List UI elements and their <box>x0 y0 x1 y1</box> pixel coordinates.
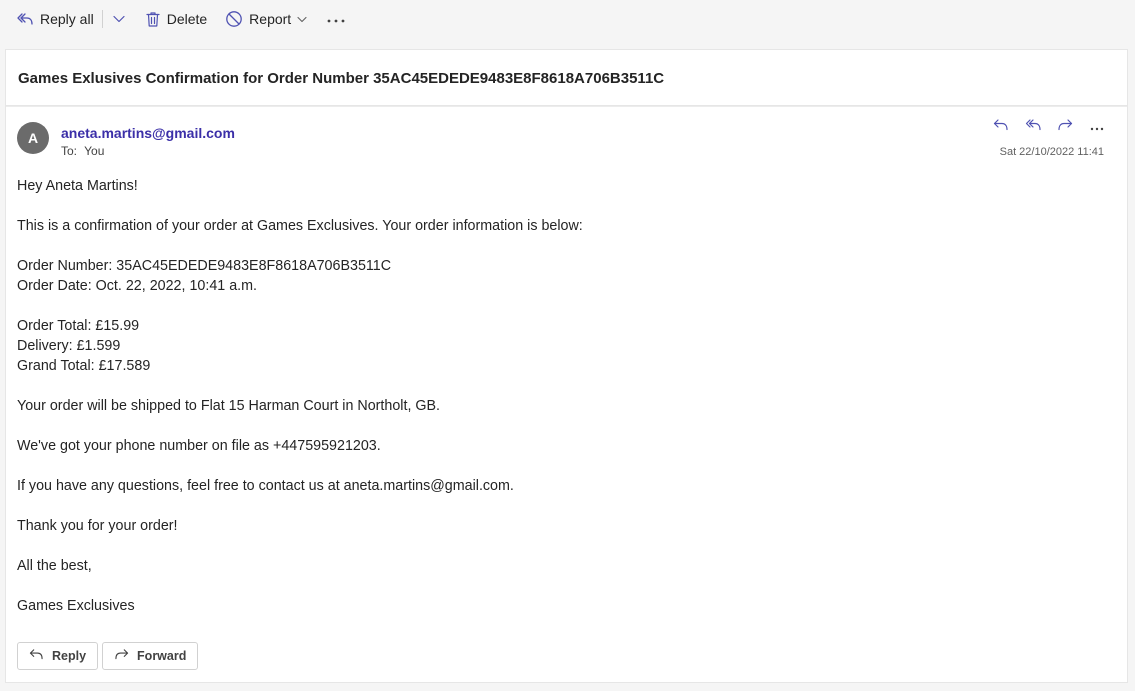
more-icon <box>327 10 345 28</box>
body-signoff: All the best, <box>17 558 92 574</box>
reply-all-button[interactable]: Reply all <box>10 4 100 34</box>
reply-all-icon <box>1025 118 1042 137</box>
block-icon <box>225 10 243 28</box>
forward-icon <box>114 648 129 664</box>
body-order-number: Order Number: 35AC45EDEDE9483E8F8618A706… <box>17 258 392 274</box>
email-subject: Games Exlusives Confirmation for Order N… <box>18 70 665 87</box>
delete-button[interactable]: Delete <box>139 4 213 34</box>
avatar[interactable]: A <box>17 122 49 154</box>
more-actions-button[interactable] <box>1081 116 1113 138</box>
sender-address[interactable]: aneta.martins@gmail.com <box>61 125 235 141</box>
message-actions <box>985 116 1113 138</box>
chevron-down-icon <box>297 16 307 23</box>
delete-label: Delete <box>166 11 208 27</box>
subject-header: Games Exlusives Confirmation for Order N… <box>5 49 1128 105</box>
body-phone: We've got your phone number on file as +… <box>17 438 381 454</box>
footer-actions: Reply Forward <box>17 642 199 670</box>
body-intro: This is a confirmation of your order at … <box>17 218 583 234</box>
email-body: Hey Aneta Martins! This is a confirmatio… <box>17 176 1107 616</box>
body-greeting: Hey Aneta Martins! <box>17 178 138 194</box>
body-order-date: Order Date: Oct. 22, 2022, 10:41 a.m. <box>17 278 257 294</box>
reply-button[interactable] <box>985 116 1017 138</box>
sent-date: Sat 22/10/2022 11:41 <box>999 146 1104 158</box>
reply-all-button[interactable] <box>1017 116 1049 138</box>
toolbar-divider <box>101 10 103 28</box>
forward-button[interactable]: Forward <box>102 642 199 670</box>
reply-icon <box>993 118 1009 137</box>
body-grand-total: Grand Total: £17.589 <box>17 358 151 374</box>
body-delivery: Delivery: £1.599 <box>17 338 121 354</box>
body-order-total: Order Total: £15.99 <box>17 318 140 334</box>
more-icon <box>1090 118 1104 136</box>
command-toolbar: Reply all Delete Report <box>0 0 1135 38</box>
to-label: To: <box>61 144 78 158</box>
reply-all-icon <box>16 11 34 27</box>
more-actions-button[interactable] <box>313 4 359 34</box>
chevron-down-icon <box>113 10 125 28</box>
report-label: Report <box>249 11 292 27</box>
body-questions: If you have any questions, feel free to … <box>17 478 514 494</box>
reply-icon <box>29 648 44 664</box>
forward-button[interactable] <box>1049 116 1081 138</box>
message-panel: A aneta.martins@gmail.com To: You Sat 22… <box>5 105 1128 683</box>
body-shipping: Your order will be shipped to Flat 15 Ha… <box>17 398 441 414</box>
header-divider <box>6 106 1127 107</box>
to-value[interactable]: You <box>84 144 104 158</box>
reply-all-dropdown[interactable] <box>105 4 133 34</box>
reply-label: Reply <box>52 649 87 663</box>
forward-icon <box>1057 118 1073 137</box>
body-thanks: Thank you for your order! <box>17 518 178 534</box>
recipients-line: To: You <box>61 144 104 158</box>
reply-button[interactable]: Reply <box>17 642 99 670</box>
trash-icon <box>145 11 161 28</box>
reply-all-label: Reply all <box>40 11 94 27</box>
body-signature: Games Exclusives <box>17 598 135 614</box>
report-button[interactable]: Report <box>219 4 313 34</box>
forward-label: Forward <box>137 649 187 663</box>
